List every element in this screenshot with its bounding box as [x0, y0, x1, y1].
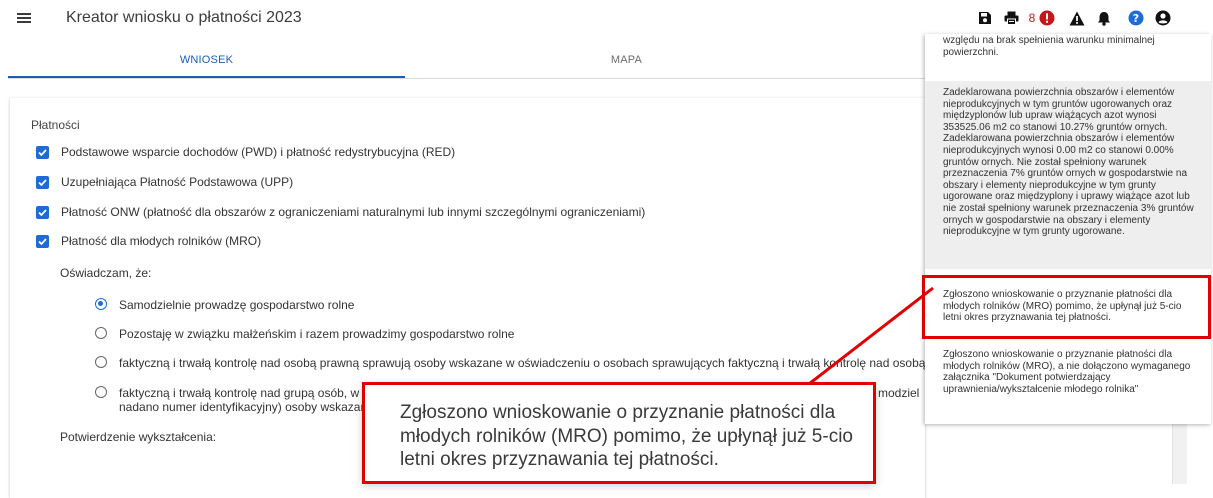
menu-icon[interactable] [17, 13, 31, 23]
payment-option-label: Płatność dla młodych rolników (MRO) [61, 234, 262, 248]
radio-selected-icon[interactable] [95, 298, 107, 310]
payment-option-upp[interactable]: Uzupełniająca Płatność Podstawowa (UPP) [36, 174, 293, 190]
declaration-option-legal-person[interactable]: faktyczną i trwałą kontrolę nad osobą pr… [95, 356, 968, 370]
declaration-option-self[interactable]: Samodzielnie prowadzę gospodarstwo rolne [95, 298, 354, 312]
warning-icon[interactable] [1068, 8, 1086, 28]
tab-wniosek[interactable]: WNIOSEK [8, 44, 405, 78]
checkbox-checked-icon[interactable] [36, 234, 49, 248]
payment-option-label: Uzupełniająca Płatność Podstawowa (UPP) [61, 175, 294, 189]
validation-messages-panel: względu na brak spełnienia warunku minim… [925, 34, 1211, 424]
payment-option-label: Podstawowe wsparcie dochodów (PWD) i pła… [61, 145, 456, 159]
payment-option-onw[interactable]: Płatność ONW (płatność dla obszarów z og… [36, 204, 645, 220]
declaration-option-label-continuation: nadano numer identyfikacyjny) osoby wska… [119, 400, 374, 414]
bell-icon[interactable] [1095, 8, 1113, 28]
validation-message: Zadeklarowana powierzchnia obszarów i el… [925, 81, 1211, 269]
declaration-option-label: faktyczną i trwałą kontrolę nad osobą pr… [119, 356, 969, 370]
print-icon[interactable] [1003, 8, 1019, 28]
save-icon[interactable] [977, 8, 993, 28]
declaration-option-label-fragment: modziel [878, 386, 920, 400]
error-count-badge: 8 [1028, 11, 1036, 25]
app-title: Kreator wniosku o płatności 2023 [66, 9, 302, 26]
svg-text:?: ? [1133, 12, 1139, 25]
radio-icon[interactable] [95, 386, 107, 398]
app-bar: Kreator wniosku o płatności 2023 8 ? [0, 0, 1213, 34]
declaration-option-label: Pozostaję w związku małżeńskim i razem p… [119, 327, 515, 341]
tab-bar: WNIOSEK MAPA [8, 44, 925, 79]
declaration-label: Oświadczam, że: [60, 266, 152, 280]
declaration-option-married[interactable]: Pozostaję w związku małżeńskim i razem p… [95, 327, 514, 341]
declaration-option-label: faktyczną i trwałą kontrolę nad grupą os… [119, 386, 372, 400]
account-icon[interactable] [1154, 8, 1172, 28]
radio-icon[interactable] [95, 327, 107, 339]
zoomed-message-callout: Zgłoszono wnioskowanie o przyznanie płat… [362, 382, 876, 484]
declaration-option-group[interactable]: faktyczną i trwałą kontrolę nad grupą os… [95, 386, 374, 414]
education-label: Potwierdzenie wykształcenia: [60, 430, 217, 444]
payment-option-label: Płatność ONW (płatność dla obszarów z og… [61, 205, 646, 219]
checkbox-checked-icon[interactable] [36, 205, 49, 219]
checkbox-checked-icon[interactable] [36, 175, 49, 189]
highlight-frame [922, 275, 1211, 339]
payment-option-mro[interactable]: Płatność dla młodych rolników (MRO) [36, 233, 261, 249]
payments-section-label: Płatności [31, 118, 80, 132]
checkbox-checked-icon[interactable] [36, 145, 49, 159]
callout-text: Zgłoszono wnioskowanie o przyznanie płat… [400, 402, 853, 470]
tab-mapa[interactable]: MAPA [428, 44, 825, 76]
validation-message: Zgłoszono wnioskowanie o przyznanie płat… [943, 349, 1191, 395]
validation-message: względu na brak spełnienia warunku minim… [943, 35, 1155, 58]
radio-icon[interactable] [95, 356, 107, 368]
help-icon[interactable]: ? [1127, 8, 1145, 28]
declaration-option-label: Samodzielnie prowadzę gospodarstwo rolne [119, 298, 355, 312]
error-icon[interactable] [1038, 8, 1056, 28]
payment-option-pwd-red[interactable]: Podstawowe wsparcie dochodów (PWD) i pła… [36, 144, 455, 160]
